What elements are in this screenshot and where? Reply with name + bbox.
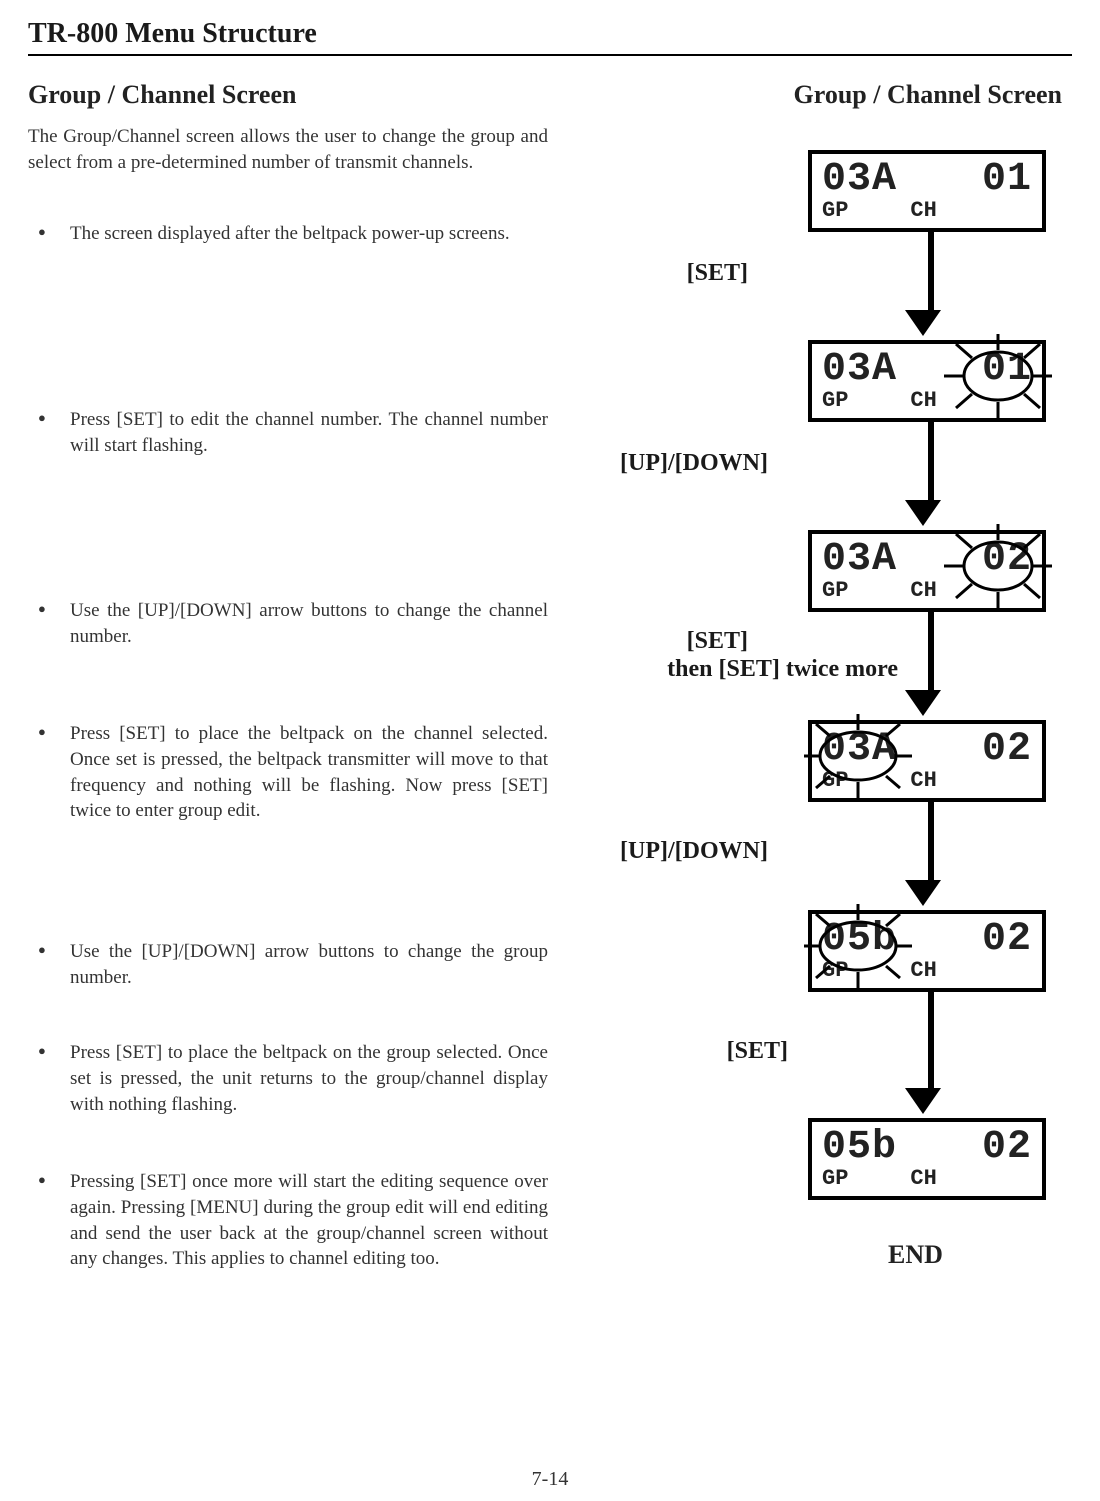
lcd-screen-2: 03A 01 GP CH — [808, 340, 1046, 422]
lcd6-ch: 02 — [982, 1128, 1032, 1168]
lcd5-gp-label: GP — [822, 960, 848, 982]
header-rule: TR-800 Menu Structure — [28, 18, 1072, 56]
lcd2-ch-label: CH — [910, 390, 936, 412]
lcd4-gp-label: GP — [822, 770, 848, 792]
lcd2-group: 03A — [822, 350, 897, 390]
lcd3-ch: 02 — [982, 540, 1032, 580]
columns: Group / Channel Screen The Group/Channel… — [28, 76, 1072, 1430]
arrow-4-label: [UP]/[DOWN] — [568, 838, 768, 865]
page: TR-800 Menu Structure Group / Channel Sc… — [0, 0, 1100, 1501]
left-column: Group / Channel Screen The Group/Channel… — [28, 76, 548, 1430]
lcd6-ch-label: CH — [910, 1168, 936, 1190]
lcd6-gp-label: GP — [822, 1168, 848, 1190]
page-number: 7-14 — [0, 1468, 1100, 1491]
lcd5-ch-label: CH — [910, 960, 936, 982]
lcd4-ch: 02 — [982, 730, 1032, 770]
intro-paragraph: The Group/Channel screen allows the user… — [28, 124, 548, 175]
lcd5-ch: 02 — [982, 920, 1032, 960]
lcd1-ch-label: CH — [910, 200, 936, 222]
lcd6-group: 05b — [822, 1128, 897, 1168]
bullet-5: Use the [UP]/[DOWN] arrow buttons to cha… — [28, 939, 548, 990]
left-title: Group / Channel Screen — [28, 80, 548, 110]
flow-diagram: 03A 01 GP CH [SET] 03A 01 GP CH — [588, 150, 1072, 1430]
arrow-3-label-b: then [SET] twice more — [538, 656, 898, 683]
bullet-6: Press [SET] to place the beltpack on the… — [28, 1040, 548, 1117]
bullet-3: Use the [UP]/[DOWN] arrow buttons to cha… — [28, 598, 548, 649]
bullet-4: Press [SET] to place the beltpack on the… — [28, 721, 548, 824]
bullet-7: Pressing [SET] once more will start the … — [28, 1169, 548, 1272]
lcd4-group: 03A — [822, 730, 897, 770]
bullet-list: The screen displayed after the beltpack … — [28, 221, 548, 1272]
arrow-4 — [920, 802, 941, 906]
arrow-2 — [920, 422, 941, 526]
lcd1-group: 03A — [822, 160, 897, 200]
end-label: END — [888, 1240, 943, 1270]
lcd-screen-6: 05b 02 GP CH — [808, 1118, 1046, 1200]
lcd3-ch-label: CH — [910, 580, 936, 602]
lcd1-gp-label: GP — [822, 200, 848, 222]
lcd-screen-4: 03A 02 GP CH — [808, 720, 1046, 802]
arrow-3-label-a: [SET] — [558, 628, 748, 655]
arrow-3 — [920, 612, 941, 716]
bullet-1: The screen displayed after the beltpack … — [28, 221, 548, 247]
lcd3-group: 03A — [822, 540, 897, 580]
lcd3-gp-label: GP — [822, 580, 848, 602]
arrow-1-label: [SET] — [628, 260, 748, 287]
bullet-2: Press [SET] to edit the channel number. … — [28, 407, 548, 458]
arrow-1 — [920, 232, 941, 336]
lcd5-group: 05b — [822, 920, 897, 960]
arrow-2-label: [UP]/[DOWN] — [568, 450, 768, 477]
arrow-5 — [920, 992, 941, 1114]
lcd4-ch-label: CH — [910, 770, 936, 792]
lcd2-gp-label: GP — [822, 390, 848, 412]
right-column: Group / Channel Screen 03A 01 GP CH [SET] … — [588, 76, 1072, 1430]
lcd-screen-5: 05b 02 GP CH — [808, 910, 1046, 992]
arrow-5-label: [SET] — [668, 1038, 788, 1065]
lcd-screen-3: 03A 02 GP CH — [808, 530, 1046, 612]
lcd-screen-1: 03A 01 GP CH — [808, 150, 1046, 232]
right-title: Group / Channel Screen — [588, 80, 1072, 110]
lcd1-ch: 01 — [982, 160, 1032, 200]
page-header: TR-800 Menu Structure — [28, 18, 317, 49]
lcd2-ch: 01 — [982, 350, 1032, 390]
